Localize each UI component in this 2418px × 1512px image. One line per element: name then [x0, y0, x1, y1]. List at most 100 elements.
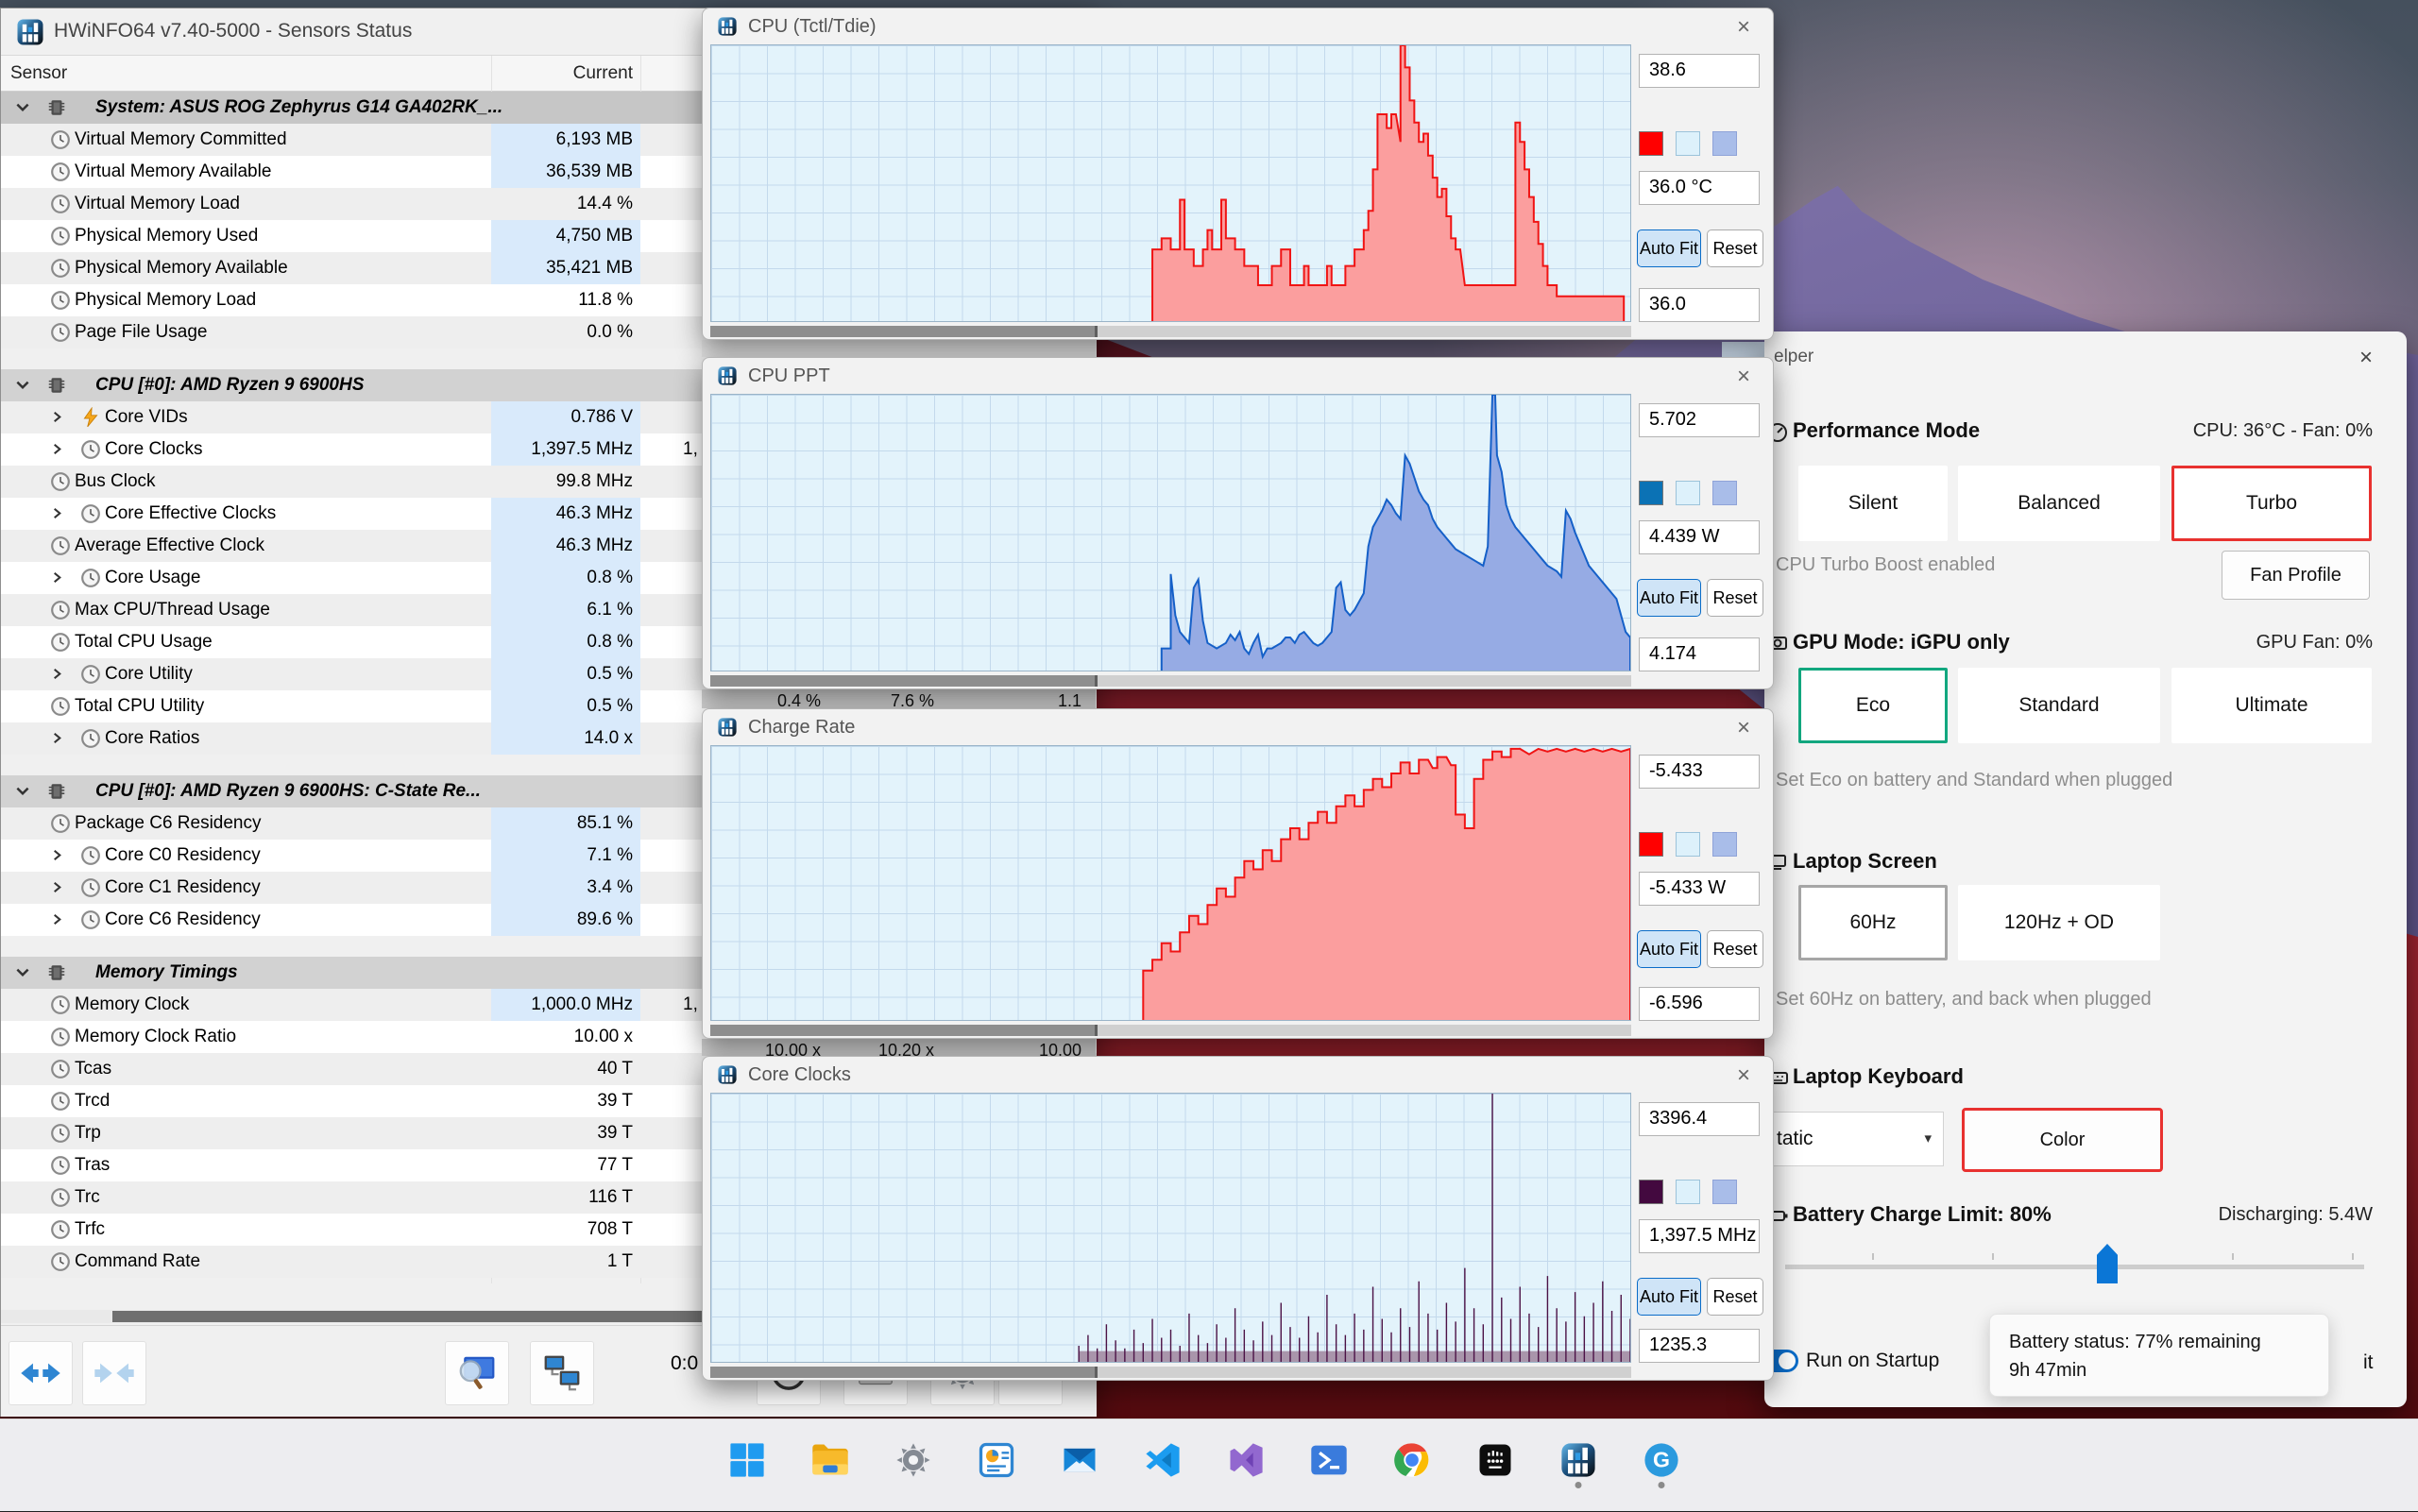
series-color-swatch[interactable]	[1639, 832, 1663, 857]
keyboard-color-button[interactable]: Color	[1962, 1108, 2163, 1172]
graph-window-titlebar[interactable]: Core Clocks	[716, 1063, 851, 1086]
close-icon[interactable]: ×	[1729, 715, 1758, 741]
gpu-mode-header: GPU Mode: iGPU only	[1793, 630, 2010, 654]
keyboard-mode-dropdown[interactable]: tatic ▾	[1768, 1112, 1944, 1166]
graph-scrollbar[interactable]	[710, 1367, 1631, 1378]
taskbar-chrome-icon[interactable]	[1385, 1431, 1439, 1489]
graph-scrollbar[interactable]	[710, 675, 1631, 687]
slider-thumb[interactable]	[2097, 1244, 2118, 1283]
reset-button[interactable]: Reset	[1707, 1278, 1763, 1316]
taskbar-system-monitor-icon[interactable]	[969, 1431, 1024, 1489]
taskbar-settings-icon[interactable]	[886, 1431, 941, 1489]
column-current[interactable]: Current	[491, 63, 633, 84]
background-color-swatch[interactable]	[1676, 832, 1700, 857]
120hz-od-button[interactable]: 120Hz + OD	[1958, 885, 2160, 960]
sensor-label: Core Ratios	[105, 728, 199, 749]
graph-window-titlebar[interactable]: CPU PPT	[716, 365, 830, 387]
standard-button[interactable]: Standard	[1958, 668, 2160, 743]
background-color-swatch[interactable]	[1676, 1180, 1700, 1204]
reset-button[interactable]: Reset	[1707, 930, 1763, 968]
chevron-right-icon[interactable]	[50, 667, 64, 681]
battery-limit-slider[interactable]	[1785, 1265, 2364, 1269]
graph-window-titlebar[interactable]: CPU (Tctl/Tdie)	[716, 15, 877, 38]
grid-color-swatch[interactable]	[1712, 832, 1737, 857]
scrollbar-thumb[interactable]	[710, 1367, 1098, 1378]
series-color-swatch[interactable]	[1639, 131, 1663, 156]
turbo-button[interactable]: Turbo	[2171, 466, 2372, 541]
graph-scrollbar[interactable]	[710, 326, 1631, 337]
background-color-swatch[interactable]	[1676, 131, 1700, 156]
chevron-right-icon[interactable]	[50, 848, 64, 862]
sensor-label: Virtual Memory Committed	[75, 129, 287, 150]
60hz-button[interactable]: 60Hz	[1798, 885, 1948, 960]
taskbar-start-icon[interactable]	[720, 1431, 775, 1489]
remote-monitors-icon[interactable]	[530, 1341, 594, 1405]
auto-fit-button[interactable]: Auto Fit	[1637, 1278, 1701, 1316]
grid-color-swatch[interactable]	[1712, 131, 1737, 156]
balanced-button[interactable]: Balanced	[1958, 466, 2160, 541]
close-icon[interactable]: ×	[1729, 1062, 1758, 1089]
graph-min-value: 4.174	[1639, 637, 1760, 671]
reset-button[interactable]: Reset	[1707, 229, 1763, 267]
battery-limit-header: Battery Charge Limit: 80%	[1793, 1202, 2052, 1227]
chevron-right-icon[interactable]	[50, 880, 64, 894]
chevron-right-icon[interactable]	[50, 912, 64, 926]
chevron-right-icon[interactable]	[50, 570, 64, 585]
column-sensor[interactable]: Sensor	[10, 63, 67, 84]
scrollbar-thumb[interactable]	[710, 675, 1098, 687]
reset-button[interactable]: Reset	[1707, 579, 1763, 617]
taskbar-visual-studio-icon[interactable]	[1218, 1431, 1273, 1489]
auto-fit-button[interactable]: Auto Fit	[1637, 579, 1701, 617]
fan-profile-button[interactable]: Fan Profile	[2222, 551, 2370, 600]
graph-window-titlebar[interactable]: Charge Rate	[716, 716, 855, 739]
expand-arrows-icon[interactable]	[9, 1341, 73, 1405]
background-color-swatch[interactable]	[1676, 481, 1700, 505]
screen-magnifier-icon[interactable]	[445, 1341, 509, 1405]
close-icon[interactable]: ×	[1729, 14, 1758, 41]
ultimate-button[interactable]: Ultimate	[2171, 668, 2372, 743]
graph-window-title: Charge Rate	[748, 717, 855, 739]
chevron-down-icon[interactable]	[14, 964, 31, 981]
auto-fit-button[interactable]: Auto Fit	[1637, 930, 1701, 968]
sensor-label: Core C1 Residency	[105, 877, 261, 898]
collapse-arrows-icon[interactable]	[82, 1341, 146, 1405]
eco-button[interactable]: Eco	[1798, 668, 1948, 743]
chevron-right-icon[interactable]	[50, 506, 64, 520]
scrollbar-thumb[interactable]	[710, 1025, 1098, 1036]
scrollbar-thumb[interactable]	[710, 326, 1098, 337]
grid-color-swatch[interactable]	[1712, 1180, 1737, 1204]
clock-icon	[50, 1059, 71, 1079]
chevron-right-icon[interactable]	[50, 410, 64, 424]
graph-scrollbar[interactable]	[710, 1025, 1631, 1036]
auto-fit-button[interactable]: Auto Fit	[1637, 229, 1701, 267]
series-color-swatch[interactable]	[1639, 481, 1663, 505]
taskbar-g-helper-icon[interactable]: G	[1634, 1431, 1689, 1489]
close-icon[interactable]: ×	[2359, 345, 2373, 371]
quit-button-fragment[interactable]: it	[2363, 1351, 2374, 1374]
chevron-down-icon[interactable]	[14, 377, 31, 394]
clock-icon	[50, 471, 71, 492]
close-icon[interactable]: ×	[1729, 364, 1758, 390]
taskbar-vscode-icon[interactable]	[1135, 1431, 1190, 1489]
chevron-down-icon[interactable]	[14, 783, 31, 800]
sensor-current-value: 6.1 %	[491, 594, 640, 626]
taskbar-powershell-icon[interactable]	[1302, 1431, 1356, 1489]
sensor-label: Core Utility	[105, 664, 193, 685]
sensor-current-value: 40 T	[491, 1053, 640, 1085]
hwinfo-monitor-time: 0:0	[671, 1352, 698, 1375]
taskbar-mail-icon[interactable]	[1052, 1431, 1107, 1489]
grid-color-swatch[interactable]	[1712, 481, 1737, 505]
chevron-right-icon[interactable]	[50, 442, 64, 456]
60hz-note: Set 60Hz on battery, and back when plugg…	[1776, 989, 2152, 1011]
taskbar-hwinfo64-icon[interactable]	[1551, 1431, 1606, 1489]
series-color-swatch[interactable]	[1639, 1180, 1663, 1204]
taskbar-dev-terminal-icon[interactable]	[1468, 1431, 1523, 1489]
chevron-right-icon[interactable]	[50, 731, 64, 745]
sensor-current-value: 116 T	[491, 1181, 640, 1214]
silent-button[interactable]: Silent	[1798, 466, 1948, 541]
graph-plot-area	[710, 394, 1631, 671]
chevron-down-icon[interactable]	[14, 99, 31, 116]
taskbar-file-explorer-icon[interactable]	[803, 1431, 858, 1489]
clock-icon	[80, 845, 101, 866]
sensor-current-value: 46.3 MHz	[491, 498, 640, 530]
